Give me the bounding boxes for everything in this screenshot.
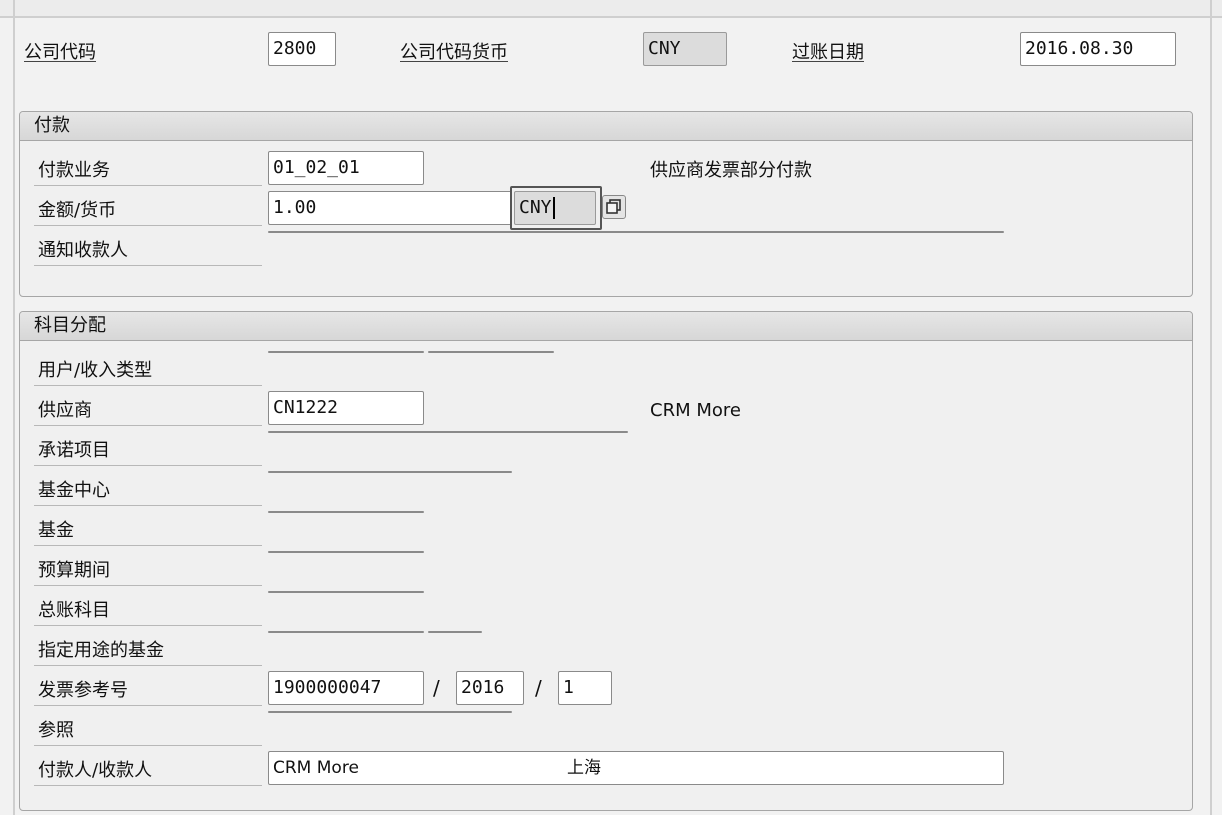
earmarked-funds-item-field[interactable] [428,631,482,633]
payment-currency-value: CNY [519,197,552,218]
payment-currency-field[interactable]: CNY [514,191,596,225]
account-assignment-title: 科目分配 [20,312,1192,341]
left-border [13,0,15,815]
earmarked-funds-field[interactable] [268,631,424,633]
amount-field[interactable]: 1.00 [268,191,512,225]
separator-slash: / [535,676,542,700]
copy-icon [606,199,621,214]
user-type-field[interactable] [268,351,424,353]
amount-currency-label: 金额/货币 [38,200,117,221]
vendor-label: 供应商 [38,400,92,421]
right-border [1210,0,1212,815]
company-currency-field: CNY [643,32,727,66]
vendor-field[interactable]: CN1222 [268,391,424,425]
payer-payee-label: 付款人/收款人 [38,760,153,781]
row-underline [34,265,262,266]
payment-transaction-description: 供应商发票部分付款 [650,160,812,181]
funds-center-field[interactable] [268,471,512,473]
reference-label: 参照 [38,720,74,741]
row-underline [34,545,262,546]
payment-transaction-label: 付款业务 [38,160,110,181]
row-underline [34,465,262,466]
row-underline [34,425,262,426]
invoice-item-field[interactable]: 1 [558,671,612,705]
fund-label: 基金 [38,520,74,541]
posting-date-label: 过账日期 [792,42,864,63]
user-revenue-type-label: 用户/收入类型 [38,360,153,381]
notify-payee-field[interactable] [268,231,1004,233]
revenue-type-field[interactable] [428,351,554,353]
company-code-field[interactable]: 2800 [268,32,336,66]
commitment-item-field[interactable] [268,431,628,433]
invoice-reference-label: 发票参考号 [38,680,128,701]
commitment-item-label: 承诺项目 [38,440,110,461]
invoice-number-field[interactable]: 1900000047 [268,671,424,705]
payer-payee-name: CRM More [273,758,359,778]
gl-account-label: 总账科目 [38,600,110,621]
budget-period-label: 预算期间 [38,560,110,581]
earmarked-funds-label: 指定用途的基金 [38,640,164,661]
row-underline [34,745,262,746]
fund-field[interactable] [268,511,424,513]
posting-date-field[interactable]: 2016.08.30 [1020,32,1176,66]
company-currency-label: 公司代码货币 [400,42,508,63]
funds-center-label: 基金中心 [38,480,110,501]
text-cursor [552,197,555,219]
value-help-button[interactable] [602,195,626,219]
row-underline [34,585,262,586]
row-underline [34,225,262,226]
row-underline [34,705,262,706]
row-underline [34,185,262,186]
row-underline [34,505,262,506]
account-assignment-group: 科目分配 [19,311,1193,811]
row-underline [34,385,262,386]
top-toolbar-strip [0,0,1222,18]
row-underline [34,665,262,666]
separator-slash: / [433,676,440,700]
payment-transaction-field[interactable]: 01_02_01 [268,151,424,185]
notify-payee-label: 通知收款人 [38,240,128,261]
vendor-description: CRM More [650,400,741,421]
row-underline [34,785,262,786]
reference-field[interactable] [268,711,512,713]
payer-payee-field[interactable]: CRM More 上海 [268,751,1004,785]
budget-period-field[interactable] [268,551,424,553]
payment-group-title: 付款 [20,112,1192,141]
row-underline [34,625,262,626]
payer-payee-city: 上海 [567,758,601,778]
gl-account-field[interactable] [268,591,424,593]
company-code-label: 公司代码 [24,42,96,63]
invoice-year-field[interactable]: 2016 [456,671,524,705]
